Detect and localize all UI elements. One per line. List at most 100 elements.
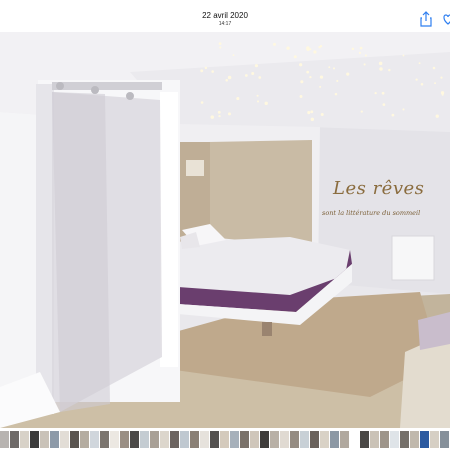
ceiling-light — [319, 75, 324, 79]
ceiling-light — [319, 85, 322, 88]
thumbnail[interactable] — [50, 431, 59, 448]
ceiling-light — [440, 76, 443, 79]
photo-time: 14:17 — [218, 21, 232, 27]
thumbnail[interactable] — [200, 431, 209, 448]
ceiling-light — [273, 42, 276, 46]
ceiling-light — [346, 72, 350, 76]
thumbnail[interactable] — [210, 431, 219, 448]
ceiling-light — [318, 45, 321, 49]
thumbnail[interactable] — [60, 431, 69, 448]
ceiling-light — [359, 46, 363, 50]
photo-date: 22 avril 2020 — [202, 11, 248, 20]
thumbnail[interactable] — [230, 431, 239, 448]
ceiling-light — [310, 117, 315, 122]
thumbnail[interactable] — [290, 431, 299, 448]
thumbnail[interactable] — [130, 431, 139, 448]
ceiling-light — [441, 93, 444, 96]
thumbnail-strip[interactable] — [0, 431, 450, 448]
thumbnail[interactable] — [310, 431, 319, 448]
photo-viewer[interactable]: Les rêves sont la littérature du sommeil — [0, 32, 450, 428]
ceiling-light — [219, 46, 222, 49]
ceiling-light — [306, 70, 310, 74]
thumbnail[interactable] — [80, 431, 89, 448]
ceiling-light — [313, 50, 317, 54]
ceiling-light — [309, 76, 312, 79]
ceiling-light — [432, 66, 436, 70]
thumbnail[interactable] — [270, 431, 279, 448]
thumbnail[interactable] — [330, 431, 339, 448]
thumbnail[interactable] — [350, 431, 359, 448]
thumbnail[interactable] — [410, 431, 419, 448]
ceiling-light — [258, 76, 262, 79]
ceiling-light — [351, 47, 355, 51]
thumbnail[interactable] — [260, 431, 269, 448]
ceiling-light — [293, 55, 297, 59]
thumbnail[interactable] — [360, 431, 369, 448]
thumbnail[interactable] — [380, 431, 389, 448]
thumbnail[interactable] — [190, 431, 199, 448]
thumbnail[interactable] — [110, 431, 119, 448]
ceiling-light — [306, 46, 310, 50]
ceiling-light — [210, 115, 215, 119]
ceiling-light — [218, 42, 222, 46]
thumbnail[interactable] — [300, 431, 309, 448]
ceiling-light — [200, 101, 204, 104]
ceiling-light — [227, 112, 231, 116]
thumbnail[interactable] — [140, 431, 149, 448]
thumbnail[interactable] — [430, 431, 439, 448]
ceiling-light — [415, 78, 418, 81]
thumbnail[interactable] — [70, 431, 79, 448]
thumbnail[interactable] — [240, 431, 249, 448]
thumbnail[interactable] — [150, 431, 159, 448]
ceiling-light — [310, 110, 314, 114]
thumbnail[interactable] — [420, 431, 429, 448]
bedroom-photo — [0, 32, 450, 428]
thumbnail[interactable] — [400, 431, 409, 448]
ceiling-light — [378, 61, 383, 66]
thumbnail[interactable] — [250, 431, 259, 448]
thumbnail[interactable] — [340, 431, 349, 448]
ceiling-light — [218, 114, 221, 118]
ceiling-light — [307, 111, 311, 115]
ceiling-light — [256, 94, 259, 97]
ceiling-light — [418, 62, 421, 65]
thumbnail[interactable] — [10, 431, 19, 448]
ceiling-light — [211, 70, 214, 73]
ceiling-light — [334, 92, 338, 96]
ceiling-light — [299, 63, 303, 67]
ceiling-light — [379, 67, 383, 71]
ceiling-light — [364, 54, 367, 57]
thumbnail[interactable] — [120, 431, 129, 448]
share-icon[interactable] — [419, 11, 433, 27]
ceiling-light — [225, 78, 228, 82]
ceiling-light — [320, 113, 324, 117]
ceiling-light — [236, 97, 240, 101]
ceiling-light — [264, 101, 268, 106]
ceiling-light — [402, 54, 405, 57]
thumbnail[interactable] — [100, 431, 109, 448]
thumbnail[interactable] — [220, 431, 229, 448]
thumbnail[interactable] — [370, 431, 379, 448]
heart-icon[interactable] — [442, 12, 450, 26]
ceiling-light — [256, 100, 260, 103]
thumbnail[interactable] — [20, 431, 29, 448]
thumbnail[interactable] — [440, 431, 449, 448]
ceiling-light — [200, 69, 204, 73]
thumbnail[interactable] — [320, 431, 329, 448]
thumbnail[interactable] — [0, 431, 9, 448]
thumbnail[interactable] — [180, 431, 189, 448]
ceiling-light — [332, 67, 336, 70]
ceiling-light — [420, 82, 424, 86]
thumbnail[interactable] — [160, 431, 169, 448]
ceiling-light — [227, 75, 232, 80]
thumbnail[interactable] — [30, 431, 39, 448]
ceiling-light — [382, 103, 386, 106]
thumbnail[interactable] — [40, 431, 49, 448]
thumbnail[interactable] — [280, 431, 289, 448]
thumbnail[interactable] — [170, 431, 179, 448]
ceiling-light — [299, 94, 303, 98]
top-bar: 22 avril 2020 14:17 — [0, 0, 450, 32]
ceiling-light — [360, 110, 363, 113]
thumbnail[interactable] — [390, 431, 399, 448]
thumbnail[interactable] — [90, 431, 99, 448]
